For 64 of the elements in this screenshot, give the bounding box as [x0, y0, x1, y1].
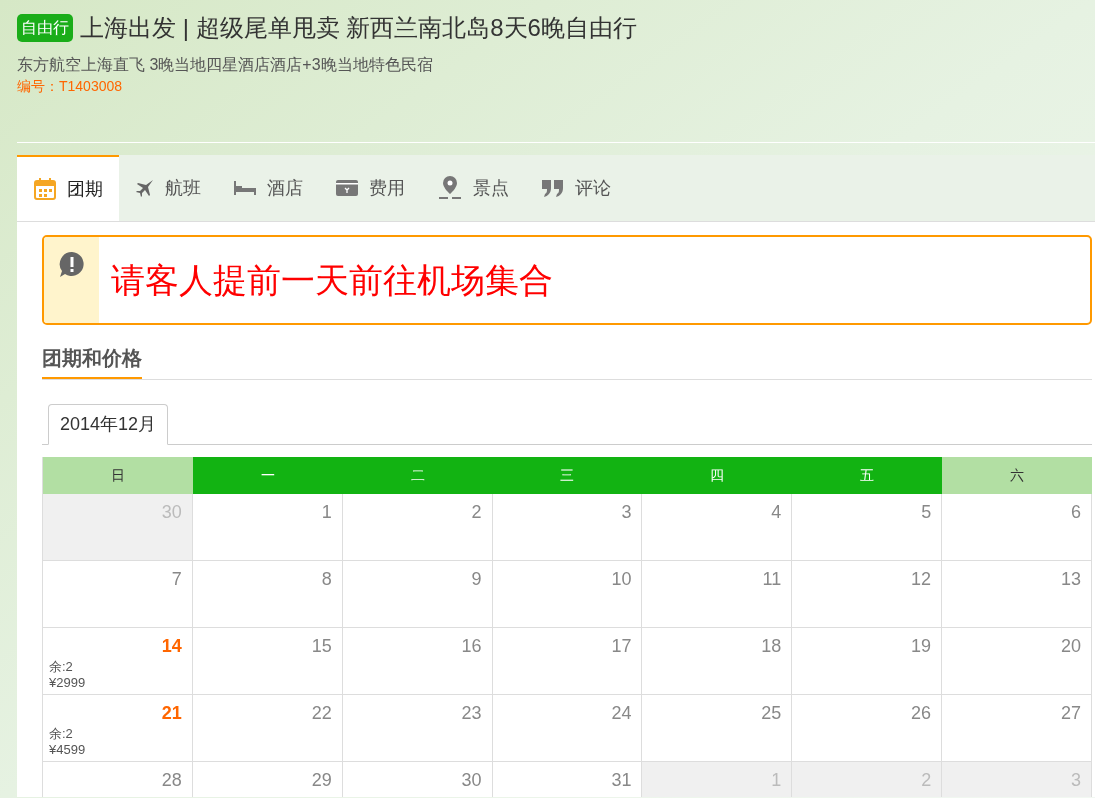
day-number: 3	[621, 502, 632, 522]
day-number: 20	[1060, 636, 1081, 656]
day-number: 14	[161, 636, 182, 656]
calendar-day[interactable]: 14 余:2 ¥2999	[43, 628, 193, 695]
calendar-day[interactable]: 21 余:2 ¥4599	[43, 695, 193, 762]
subtitle: 东方航空上海直飞 3晚当地四星酒店酒店+3晚当地特色民宿	[17, 55, 434, 75]
day-number: 16	[461, 636, 482, 656]
day-number: 31	[611, 770, 632, 790]
nav-tab[interactable]: 酒店	[217, 155, 319, 221]
quote-icon	[541, 178, 565, 198]
day-number: 17	[611, 636, 632, 656]
day-number: 7	[171, 569, 182, 589]
day-number: 24	[611, 703, 632, 723]
nav-tab[interactable]: 评论	[525, 155, 627, 221]
weekday-header: 日	[43, 457, 193, 494]
month-tab[interactable]: 2014年12月	[48, 404, 169, 445]
nav-tab[interactable]: 团期	[17, 155, 119, 221]
location-pin-icon	[437, 175, 463, 201]
day-number: 9	[471, 569, 482, 589]
nav-tab[interactable]: 景点	[421, 155, 525, 221]
day-number: 21	[161, 703, 182, 723]
day-number: 18	[761, 636, 782, 656]
remaining-seats: 余:2	[49, 726, 73, 742]
remaining-seats: 余:2	[49, 659, 73, 675]
day-number: 15	[311, 636, 332, 656]
day-number: 22	[311, 703, 332, 723]
price-label: ¥2999	[49, 675, 86, 691]
calendar-icon	[33, 177, 57, 201]
day-number: 28	[161, 770, 182, 790]
day-number: 12	[911, 569, 932, 589]
day-number: 27	[1060, 703, 1081, 723]
day-number: 4	[771, 502, 782, 522]
exclamation-bubble-icon	[57, 251, 86, 279]
day-number: 30	[461, 770, 482, 790]
weekday-header: 三	[492, 457, 643, 494]
day-number: 19	[911, 636, 932, 656]
day-number: 8	[321, 569, 332, 589]
day-number: 11	[762, 569, 782, 589]
page-title: 上海出发 | 超级尾单甩卖 新西兰南北岛8天6晚自由行	[80, 13, 637, 43]
weekday-header: 一	[192, 457, 343, 494]
section-title: 团期和价格	[42, 343, 142, 379]
airplane-icon	[135, 178, 155, 198]
weekday-header: 四	[642, 457, 793, 494]
notice-text: 请客人提前一天前往机场集合	[110, 259, 553, 301]
weekday-header: 五	[792, 457, 943, 494]
nav-tab[interactable]: 航班	[119, 155, 217, 221]
day-number: 10	[611, 569, 632, 589]
day-number: 6	[1071, 502, 1081, 522]
nav-tab[interactable]: 费用	[319, 155, 421, 221]
day-number: 23	[461, 703, 482, 723]
wallet-icon	[335, 179, 359, 197]
product-code: 编号：T1403008	[17, 77, 124, 95]
day-number: 1	[321, 502, 332, 522]
price-label: ¥4599	[49, 742, 86, 758]
bed-icon	[233, 180, 257, 196]
day-number: 13	[1060, 569, 1081, 589]
day-number: 26	[911, 703, 932, 723]
day-number: 2	[471, 502, 482, 522]
tag-badge: 自由行	[17, 14, 73, 42]
weekday-header: 二	[342, 457, 493, 494]
weekday-header: 六	[942, 457, 1092, 494]
day-number: 25	[761, 703, 782, 723]
day-number: 5	[921, 502, 932, 522]
day-number: 29	[311, 770, 332, 790]
